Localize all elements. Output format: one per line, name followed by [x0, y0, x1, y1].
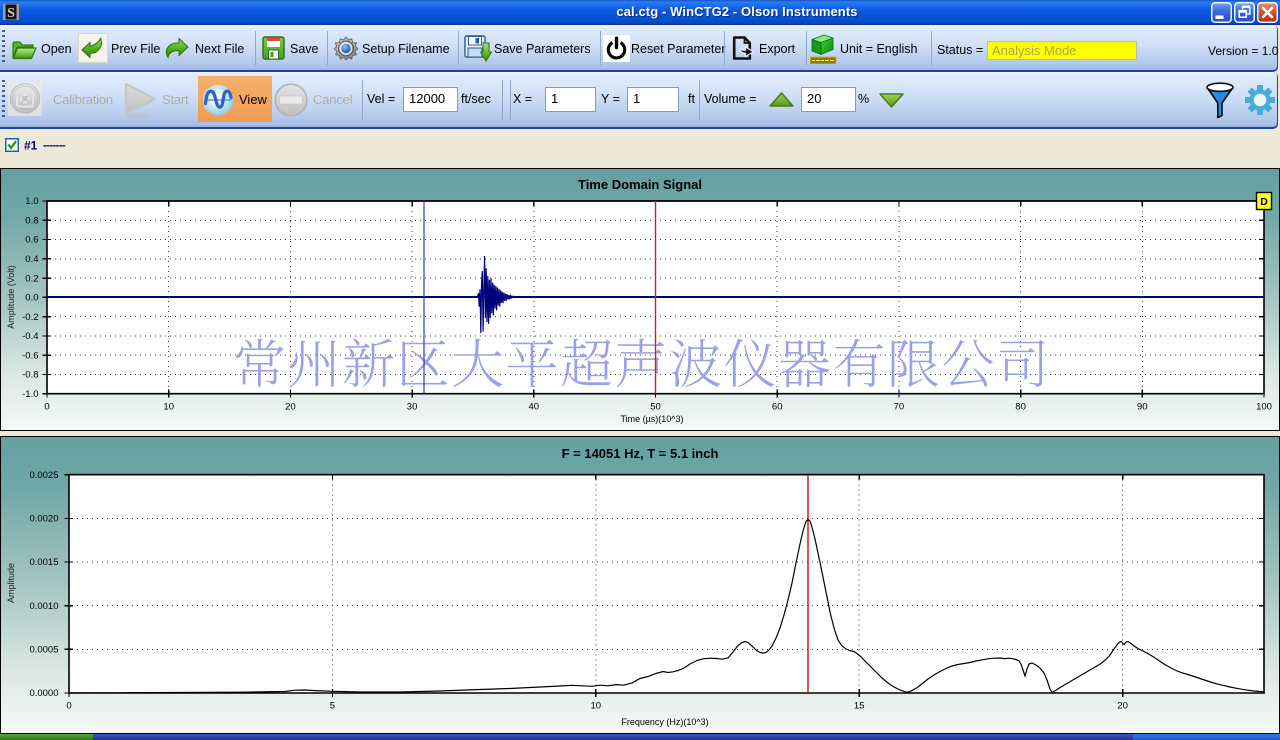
svg-text:10: 10 [591, 701, 602, 712]
svg-text:0.6: 0.6 [25, 235, 38, 246]
svg-text:0.0000: 0.0000 [29, 688, 58, 699]
svg-text:Amplitude (Volt): Amplitude (Volt) [6, 265, 16, 329]
svg-text:90: 90 [1137, 402, 1148, 413]
svg-text:D: D [1260, 196, 1268, 208]
svg-text:0.0005: 0.0005 [29, 645, 58, 656]
svg-text:0.0010: 0.0010 [29, 601, 58, 612]
svg-text:40: 40 [529, 402, 540, 413]
svg-text:S: S [7, 6, 15, 20]
svg-text:60: 60 [772, 402, 783, 413]
svg-text:Time Domain Signal: Time Domain Signal [578, 177, 702, 192]
svg-text:5: 5 [330, 701, 335, 712]
svg-text:100: 100 [1256, 402, 1272, 413]
svg-text:15: 15 [854, 701, 865, 712]
svg-text:0.0: 0.0 [25, 293, 38, 304]
svg-text:-0.6: -0.6 [22, 350, 38, 361]
svg-text:50: 50 [650, 402, 661, 413]
svg-text:0.0015: 0.0015 [29, 557, 58, 568]
svg-text:0.0025: 0.0025 [29, 470, 58, 481]
svg-text:-0.4: -0.4 [22, 331, 38, 342]
svg-text:10: 10 [163, 402, 174, 413]
svg-text:1.0: 1.0 [25, 196, 38, 207]
svg-text:0.2: 0.2 [25, 273, 38, 284]
svg-text:0: 0 [66, 701, 71, 712]
svg-text:20: 20 [1117, 701, 1128, 712]
svg-text:20: 20 [285, 402, 296, 413]
svg-text:-0.8: -0.8 [22, 370, 38, 381]
svg-text:0: 0 [44, 402, 49, 413]
svg-text:Time (µs)(10^3): Time (µs)(10^3) [620, 414, 683, 424]
svg-text:0.8: 0.8 [25, 216, 38, 227]
svg-text:0.0020: 0.0020 [29, 514, 58, 525]
svg-text:#1: #1 [24, 139, 38, 153]
svg-text:30: 30 [407, 402, 418, 413]
svg-text:-------: ------- [43, 140, 66, 152]
svg-text:Frequency (Hz)(10^3): Frequency (Hz)(10^3) [621, 717, 708, 727]
svg-text:80: 80 [1015, 402, 1026, 413]
svg-text:Amplitude: Amplitude [6, 563, 16, 603]
svg-text:-1.0: -1.0 [22, 389, 38, 400]
svg-text:0.4: 0.4 [25, 254, 38, 265]
svg-text:70: 70 [894, 402, 905, 413]
svg-text:-0.2: -0.2 [22, 312, 38, 323]
svg-text:F = 14051 Hz, T = 5.1 inch: F = 14051 Hz, T = 5.1 inch [562, 446, 719, 461]
